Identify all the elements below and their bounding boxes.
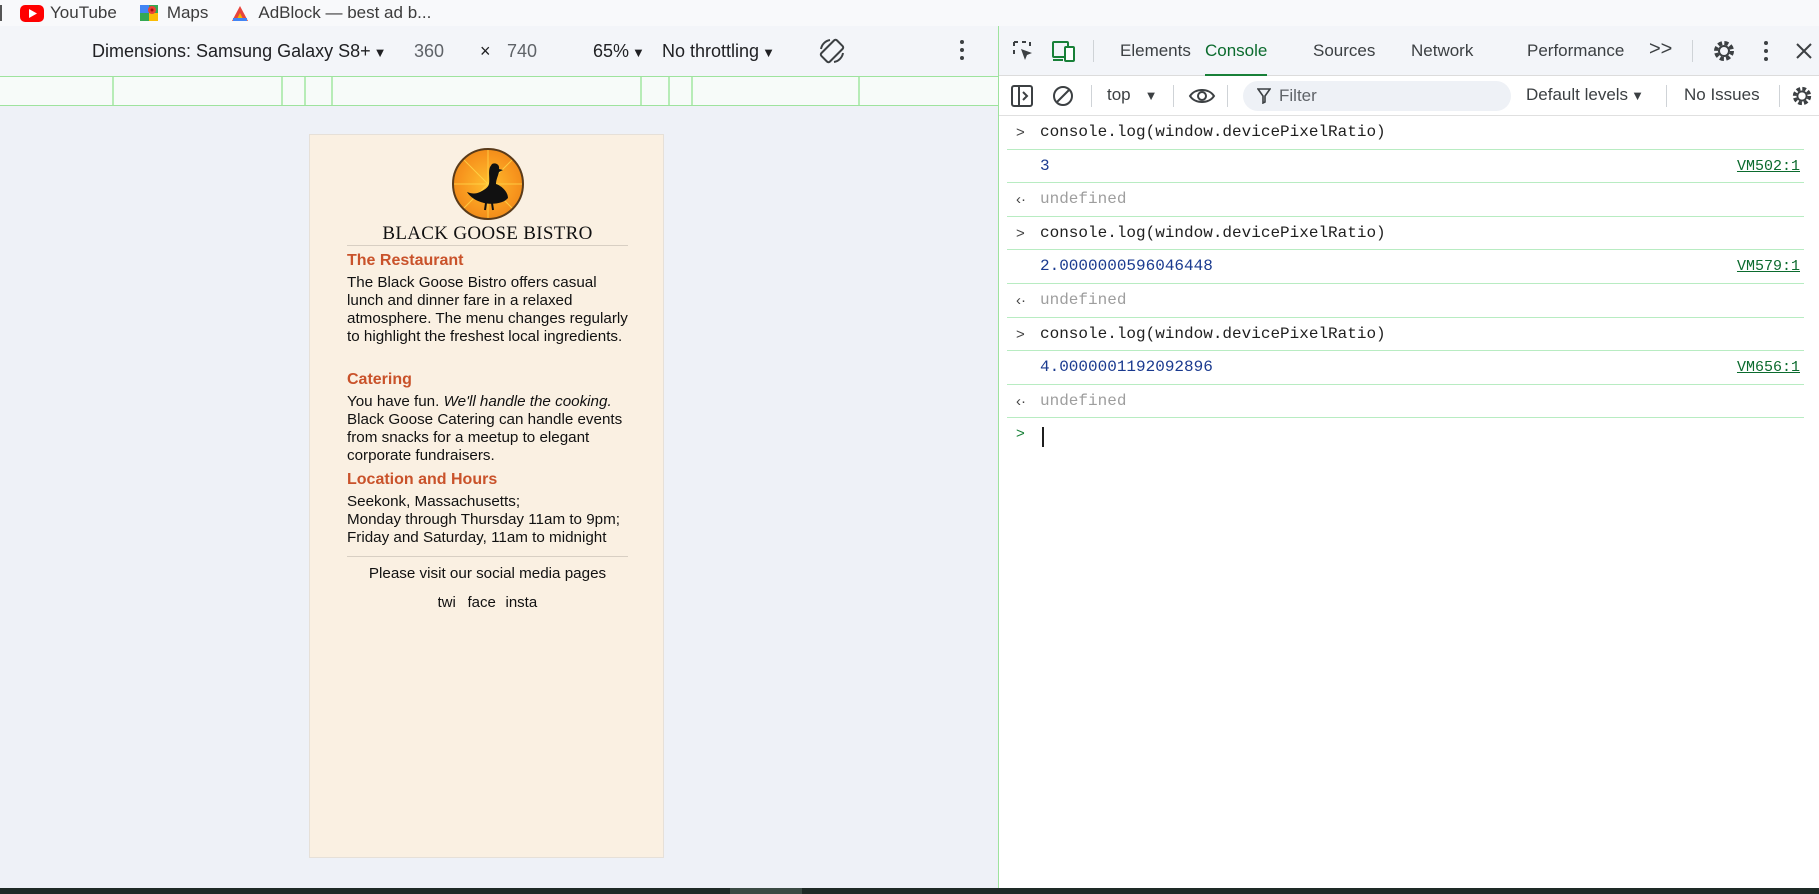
- device-toolbar: Dimensions: Samsung Galaxy S8+ ▼ 360 × 74…: [0, 26, 998, 76]
- device-toggle-icon[interactable]: [1051, 39, 1077, 63]
- zoom-dropdown[interactable]: 65% ▼: [593, 41, 645, 62]
- chevron-right-icon: >: [1016, 325, 1025, 343]
- tab-console[interactable]: Console: [1205, 26, 1268, 76]
- site-title: BLACK GOOSE BISTRO: [382, 223, 593, 244]
- filter-icon: [1257, 88, 1271, 104]
- social-text: Please visit our social media pages: [368, 565, 607, 582]
- section-heading: The Restaurant: [347, 252, 464, 269]
- chevron-down-icon: ▼: [1631, 88, 1644, 103]
- source-link[interactable]: VM656:1: [1737, 351, 1800, 384]
- youtube-icon: [20, 4, 44, 22]
- bookmarks-bar: YouTube Maps AdBlock — best ad b...: [0, 0, 1819, 26]
- bookmark-label: YouTube: [50, 3, 117, 22]
- inspect-element-icon[interactable]: [1011, 39, 1035, 63]
- chevron-down-icon: ▼: [762, 44, 775, 60]
- rotate-icon[interactable]: [818, 37, 846, 65]
- width-input[interactable]: 360: [414, 41, 444, 62]
- console-settings-gear-icon[interactable]: [1791, 85, 1813, 107]
- close-icon[interactable]: [1795, 42, 1813, 60]
- console-result-row: ‹· undefined: [1007, 385, 1804, 419]
- device-emulation-pane: Dimensions: Samsung Galaxy S8+ ▼ 360 × 74…: [0, 26, 998, 888]
- console-input-row[interactable]: > console.log(window.devicePixelRatio): [1007, 116, 1804, 150]
- return-arrow-icon: ‹·: [1016, 291, 1026, 309]
- tab-performance[interactable]: Performance: [1527, 26, 1624, 76]
- console-input-row[interactable]: > console.log(window.devicePixelRatio): [1007, 318, 1804, 352]
- chevron-right-icon: >: [1016, 124, 1025, 141]
- console-input-row[interactable]: > console.log(window.devicePixelRatio): [1007, 217, 1804, 251]
- dimensions-dropdown[interactable]: Dimensions: Samsung Galaxy S8+ ▼: [92, 41, 387, 62]
- section-body: Seekonk, Massachusetts; Monday through T…: [347, 493, 620, 546]
- console-result-row: ‹· undefined: [1007, 284, 1804, 318]
- section-body: You have fun. We'll handle the cooking. …: [347, 393, 623, 464]
- source-link[interactable]: VM502:1: [1737, 150, 1800, 183]
- bookmark-maps[interactable]: Maps: [137, 3, 209, 23]
- section-heading: Catering: [347, 371, 412, 388]
- divider: [347, 245, 628, 246]
- console-log-row: 3 VM502:1: [1007, 150, 1804, 184]
- tab-network[interactable]: Network: [1411, 26, 1473, 76]
- media-query-ruler[interactable]: [0, 76, 998, 106]
- console-result-row: ‹· undefined: [1007, 183, 1804, 217]
- throttling-dropdown[interactable]: No throttling ▼: [662, 41, 775, 62]
- bookmark-adblock[interactable]: AdBlock — best ad b...: [228, 3, 431, 23]
- twitter-broken-image[interactable]: twi: [438, 594, 460, 611]
- chevron-right-icon: >: [1016, 224, 1025, 242]
- clear-console-icon[interactable]: [1052, 85, 1074, 107]
- emulated-page: BLACK GOOSE BISTRO The Restaurant The Bl…: [309, 134, 664, 858]
- devtools-tab-bar: Elements Console Sources Network Perform…: [999, 26, 1819, 76]
- settings-gear-icon[interactable]: [1712, 39, 1736, 63]
- console-log-row: 4.0000001192092896 VM656:1: [1007, 351, 1804, 385]
- instagram-broken-image[interactable]: insta: [506, 594, 538, 611]
- chevron-down-icon: ▼: [632, 44, 645, 60]
- chevron-down-icon: ▼: [373, 44, 387, 60]
- live-expression-eye-icon[interactable]: [1188, 85, 1216, 107]
- tab-elements[interactable]: Elements: [1120, 26, 1191, 76]
- chevron-down-icon: ▼: [1144, 88, 1158, 103]
- bookmark-label: Maps: [166, 3, 209, 22]
- maps-icon: [137, 4, 161, 22]
- filter-input[interactable]: Filter: [1243, 81, 1511, 111]
- facebook-broken-image[interactable]: face: [468, 594, 498, 611]
- bookmark-youtube[interactable]: YouTube: [20, 3, 117, 23]
- context-dropdown[interactable]: top ▼: [1107, 85, 1158, 105]
- log-levels-dropdown[interactable]: Default levels ▼: [1526, 85, 1644, 105]
- adblock-icon: [228, 4, 252, 22]
- source-link[interactable]: VM579:1: [1737, 250, 1800, 283]
- more-options-icon[interactable]: [958, 39, 966, 61]
- devtools-panel: Elements Console Sources Network Perform…: [998, 26, 1819, 888]
- divider: [347, 556, 628, 557]
- taskbar-item[interactable]: [730, 888, 802, 894]
- bookmarks-divider: [0, 5, 2, 21]
- customize-menu-icon[interactable]: [1762, 40, 1770, 62]
- issues-button[interactable]: No Issues: [1684, 85, 1760, 105]
- height-input[interactable]: 740: [507, 41, 537, 62]
- console-log-row: 2.0000000596046448 VM579:1: [1007, 250, 1804, 284]
- console-prompt[interactable]: >: [1007, 418, 1819, 452]
- sidebar-toggle-icon[interactable]: [1011, 85, 1033, 107]
- section-heading: Location and Hours: [347, 471, 498, 488]
- console-output: > console.log(window.devicePixelRatio) 3V…: [999, 116, 1819, 452]
- more-tabs-icon[interactable]: >>: [1649, 38, 1672, 61]
- return-arrow-icon: ‹·: [1016, 392, 1026, 410]
- goose-logo-icon: [452, 148, 524, 220]
- times-sign: ×: [480, 40, 491, 61]
- section-body: The Black Goose Bistro offers casual lun…: [347, 274, 628, 345]
- return-arrow-icon: ‹·: [1016, 191, 1026, 209]
- social-links: twi face insta: [310, 594, 665, 611]
- taskbar-strip: [0, 888, 1819, 894]
- tab-sources[interactable]: Sources: [1313, 26, 1375, 76]
- bookmark-label: AdBlock — best ad b...: [258, 3, 432, 22]
- console-toolbar: top ▼ Filter Default levels ▼ No Issues: [999, 76, 1819, 116]
- text-cursor: [1042, 427, 1044, 448]
- prompt-chevron-icon: >: [1016, 425, 1025, 443]
